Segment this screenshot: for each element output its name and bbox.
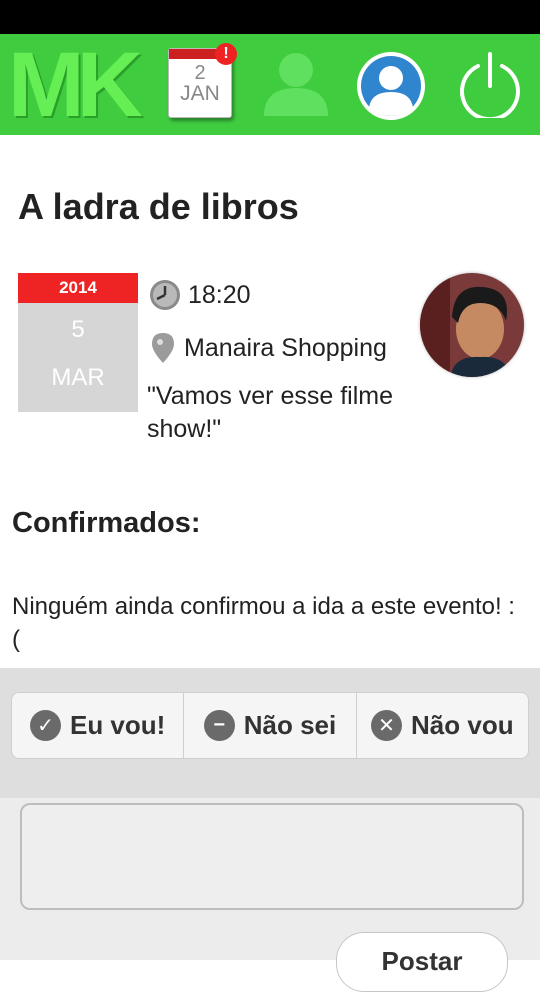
- event-title: A ladra de libros: [18, 186, 299, 227]
- event-month: MAR: [51, 364, 105, 391]
- event-time-row: 18:20: [148, 278, 251, 312]
- app-logo[interactable]: MK: [8, 39, 143, 131]
- calendar-month: JAN: [180, 82, 220, 105]
- comment-input[interactable]: [20, 803, 524, 910]
- event-location-row: Manaira Shopping: [148, 331, 387, 365]
- not-going-button[interactable]: ✕ Não vou: [357, 693, 528, 758]
- organizer-avatar[interactable]: [420, 273, 524, 377]
- confirmed-title: Confirmados:: [12, 507, 201, 539]
- not-going-label: Não vou: [411, 710, 514, 740]
- profile-avatar-icon[interactable]: [357, 52, 425, 120]
- rsvp-button-group: ✓ Eu vou! − Não sei ✕ Não vou: [11, 692, 529, 759]
- post-button[interactable]: Postar: [336, 932, 508, 992]
- comment-area: Postar: [0, 798, 540, 992]
- minus-icon: −: [203, 710, 235, 741]
- confirmed-empty-message: Ninguém ainda confirmou a ida a este eve…: [12, 593, 515, 653]
- event-location: Manaira Shopping: [184, 333, 387, 362]
- power-icon[interactable]: [456, 50, 524, 122]
- calendar-icon[interactable]: 2 JAN !: [168, 43, 237, 118]
- event-date: 2014 5 MAR: [18, 273, 138, 412]
- event-time: 18:20: [188, 280, 251, 309]
- app-header: MK 2 JAN !: [0, 34, 540, 135]
- going-label: Eu vou!: [69, 710, 166, 740]
- event-day: 5: [71, 316, 85, 343]
- check-icon: ✓: [29, 710, 61, 741]
- going-button[interactable]: ✓ Eu vou!: [12, 693, 185, 758]
- person-icon[interactable]: [262, 48, 330, 116]
- status-bar: [0, 0, 540, 34]
- clock-icon: [150, 280, 180, 310]
- x-icon: ✕: [371, 710, 403, 741]
- event-year: 2014: [18, 273, 138, 303]
- calendar-day: 2: [194, 62, 206, 84]
- notification-badge: !: [215, 43, 237, 65]
- event-quote: "Vamos ver esse filme show!": [147, 382, 393, 443]
- maybe-button[interactable]: − Não sei: [184, 693, 357, 758]
- rsvp-area: ✓ Eu vou! − Não sei ✕ Não vou: [0, 668, 540, 798]
- location-pin-icon: [152, 333, 174, 363]
- maybe-label: Não sei: [243, 710, 337, 740]
